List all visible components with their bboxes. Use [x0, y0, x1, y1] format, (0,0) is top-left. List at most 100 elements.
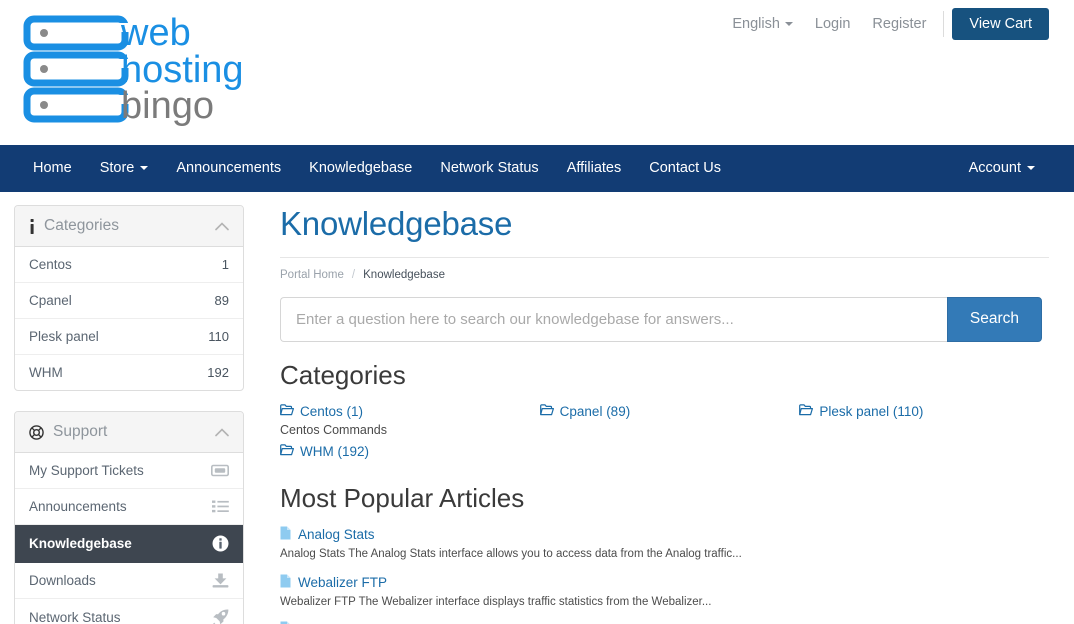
- category-cell: Plesk panel (110): [799, 403, 1049, 437]
- knowledgebase-search: Search: [280, 296, 1042, 342]
- sidebar-item-my-support-tickets[interactable]: My Support Tickets: [15, 453, 243, 489]
- folder-open-icon: [280, 404, 294, 419]
- folder-open-icon: [539, 404, 554, 419]
- nav-item-network-status[interactable]: Network Status: [426, 145, 552, 192]
- category-link-whm[interactable]: WHM (192): [280, 444, 369, 459]
- folder-open-icon: [799, 404, 814, 419]
- support-panel: Support My Support Tickets Announcements: [14, 411, 244, 624]
- header-utility-links: English Login Register View Cart: [721, 8, 1049, 40]
- sidebar-item-announcements[interactable]: Announcements: [15, 489, 243, 525]
- article-item: Webalizer FTP Webalizer FTP The Webalize…: [280, 574, 1049, 611]
- nav-item-account[interactable]: Account: [955, 145, 1049, 192]
- support-panel-title: Support: [53, 423, 108, 440]
- nav-item-announcements[interactable]: Announcements: [162, 145, 295, 192]
- breadcrumb-separator: /: [351, 268, 356, 281]
- categories-panel-header[interactable]: Categories: [15, 206, 243, 247]
- nav-item-home[interactable]: Home: [25, 145, 86, 192]
- rocket-icon: [212, 609, 229, 624]
- sidebar-item-label: Announcements: [29, 499, 127, 514]
- file-icon: [280, 574, 291, 591]
- chevron-up-icon[interactable]: [215, 426, 229, 439]
- category-description: Centos Commands: [280, 423, 387, 438]
- category-row-centos[interactable]: Centos 1: [15, 247, 243, 283]
- nav-item-store[interactable]: Store: [86, 145, 163, 192]
- category-link-label: WHM (192): [300, 444, 370, 460]
- language-label: English: [732, 16, 780, 32]
- article-link-analog-stats[interactable]: Analog Stats: [280, 526, 375, 543]
- folder-open-icon: [280, 444, 294, 459]
- category-label: Centos: [29, 257, 72, 272]
- article-item: Analog Stats Analog Stats The Analog Sta…: [280, 526, 1049, 563]
- sidebar-item-label: Network Status: [29, 609, 121, 624]
- sidebar-item-downloads[interactable]: Downloads: [15, 563, 243, 599]
- category-label: WHM: [29, 365, 63, 380]
- page-body: Categories Centos 1 Cpanel 89 Plesk pane…: [0, 192, 1074, 624]
- language-selector[interactable]: English: [721, 8, 804, 40]
- nav-store-label: Store: [99, 160, 135, 176]
- header-divider: [943, 11, 945, 37]
- sidebar-item-label: Downloads: [29, 573, 96, 588]
- chevron-down-icon: [140, 166, 149, 171]
- search-button[interactable]: Search: [946, 296, 1042, 342]
- site-header: web hosting bingo English Login Register…: [0, 0, 1074, 145]
- category-row-whm[interactable]: WHM 192: [15, 355, 243, 390]
- logo-icon: web hosting bingo: [23, 12, 244, 127]
- category-row-cpanel[interactable]: Cpanel 89: [15, 283, 243, 319]
- categories-panel: Categories Centos 1 Cpanel 89 Plesk pane…: [14, 205, 244, 391]
- category-count: 1: [221, 257, 229, 272]
- category-count: 89: [214, 293, 229, 308]
- chevron-up-icon[interactable]: [215, 220, 229, 233]
- category-cell: WHM (192): [280, 443, 530, 461]
- support-panel-header[interactable]: Support: [15, 412, 243, 453]
- category-link-label: Plesk panel (110): [819, 404, 924, 420]
- article-snippet: Webalizer FTP The Webalizer interface di…: [280, 595, 712, 608]
- category-count: 192: [207, 365, 229, 380]
- category-cell: Cpanel (89): [539, 403, 790, 437]
- category-link-cpanel[interactable]: Cpanel (89): [539, 404, 631, 420]
- category-link-label: Cpanel (89): [559, 404, 631, 420]
- category-link-plesk-panel[interactable]: Plesk panel (110): [799, 404, 923, 419]
- svg-text:bingo: bingo: [121, 85, 214, 127]
- sidebar: Categories Centos 1 Cpanel 89 Plesk pane…: [0, 192, 258, 624]
- view-cart-button[interactable]: View Cart: [952, 8, 1049, 40]
- chevron-down-icon: [1027, 166, 1035, 171]
- login-link[interactable]: Login: [804, 8, 861, 40]
- category-link-centos[interactable]: Centos (1): [280, 404, 363, 419]
- categories-grid: Centos (1) Centos Commands Cpanel (89) P…: [280, 403, 1049, 467]
- nav-account-label: Account: [968, 160, 1021, 176]
- popular-articles-heading: Most Popular Articles: [280, 483, 525, 514]
- search-input[interactable]: [280, 296, 947, 342]
- chevron-down-icon: [784, 22, 793, 27]
- category-count: 110: [208, 329, 229, 344]
- article-link-webalizer-ftp[interactable]: Webalizer FTP: [280, 574, 387, 591]
- categories-panel-title: Categories: [44, 217, 119, 234]
- category-link-label: Centos (1): [300, 404, 364, 420]
- download-icon: [212, 573, 229, 588]
- article-title: Analog Stats: [298, 527, 375, 543]
- ticket-icon: [211, 464, 229, 477]
- breadcrumb-current: Knowledgebase: [363, 268, 445, 281]
- sidebar-item-network-status[interactable]: Network Status: [15, 599, 243, 624]
- sidebar-item-knowledgebase[interactable]: Knowledgebase: [15, 525, 243, 563]
- list-icon: [212, 500, 229, 513]
- file-icon: [280, 526, 291, 543]
- sidebar-item-label: My Support Tickets: [29, 463, 144, 478]
- categories-heading: Categories: [280, 359, 406, 390]
- nav-item-contact-us[interactable]: Contact Us: [635, 145, 735, 192]
- breadcrumb: Portal Home / Knowledgebase: [280, 269, 1049, 281]
- sidebar-item-label: Knowledgebase: [29, 536, 132, 551]
- breadcrumb-portal-home[interactable]: Portal Home: [280, 269, 344, 281]
- page-title: Knowledgebase: [280, 205, 513, 242]
- svg-text:web: web: [120, 12, 191, 54]
- category-row-plesk-panel[interactable]: Plesk panel 110: [15, 319, 243, 355]
- site-logo[interactable]: web hosting bingo: [22, 12, 277, 130]
- category-label: Cpanel: [29, 293, 72, 308]
- info-icon: [29, 218, 35, 234]
- title-divider: [280, 256, 1049, 258]
- nav-item-affiliates[interactable]: Affiliates: [553, 145, 636, 192]
- nav-item-knowledgebase[interactable]: Knowledgebase: [295, 145, 426, 192]
- category-cell: Centos (1) Centos Commands: [280, 403, 530, 437]
- article-snippet: Analog Stats The Analog Stats interface …: [280, 548, 742, 561]
- register-link[interactable]: Register: [861, 8, 937, 40]
- lifebuoy-icon: [29, 424, 44, 440]
